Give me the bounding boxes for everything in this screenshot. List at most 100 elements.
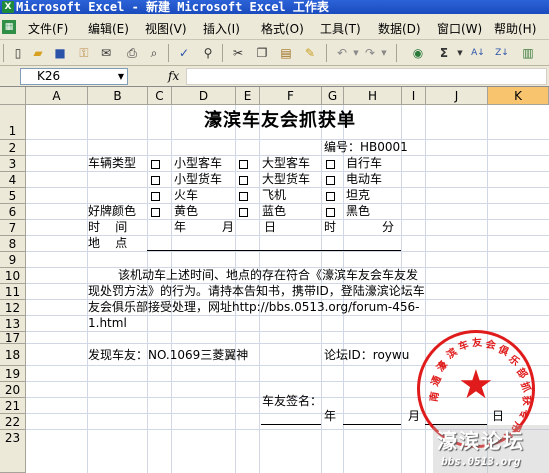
excel-app-icon[interactable]: X [2,1,14,13]
permission-icon[interactable]: ⚿ [76,45,92,61]
column-header-e[interactable]: E [236,87,260,105]
format-painter-icon[interactable]: ✎ [302,45,318,61]
checkbox-small-truck[interactable] [151,172,160,188]
row-header-12[interactable]: 12 [0,300,26,316]
email-icon[interactable]: ✉ [98,45,114,61]
toolbar-grip[interactable] [3,44,4,62]
save-icon[interactable]: ■ [52,45,68,61]
workbook-icon[interactable]: ▦ [2,20,16,34]
row-header-7[interactable]: 7 [0,220,26,236]
column-header-b[interactable]: B [88,87,148,105]
watermark-url: bbs.0513.org [441,455,521,468]
row-header-17[interactable]: 17 [0,332,26,344]
select-all-corner[interactable] [0,87,26,105]
row-header-13[interactable]: 13 [0,316,26,332]
row-header-21[interactable]: 21 [0,398,26,414]
open-icon[interactable]: ▰ [30,45,46,61]
vehicle-type-plane: 飞机 [262,188,287,202]
menu-bar: ▦ 文件(F) 编辑(E) 视图(V) 插入(I) 格式(O) 工具(T) 数据… [0,14,549,40]
row-header-19[interactable]: 19 [0,366,26,382]
autosum-dropdown-icon[interactable]: ▼ [452,45,468,61]
checkbox-yellow[interactable] [151,204,160,220]
new-icon[interactable]: ▯ [10,45,26,61]
chart-wizard-icon[interactable]: ▥ [520,45,536,61]
menu-help[interactable]: 帮助(H) [494,20,536,37]
row-header-10[interactable]: 10 [0,268,26,284]
plate-color-label: 好牌颜色 [88,204,137,218]
name-box[interactable]: K26 ▼ [20,68,128,85]
row-header-2[interactable]: 2 [0,140,26,156]
menu-format[interactable]: 格式(O) [261,20,304,37]
checkbox-ebike[interactable] [326,172,335,188]
checkbox-small-car[interactable] [151,156,160,172]
row-header-9[interactable]: 9 [0,252,26,268]
checkbox-plane[interactable] [239,188,248,204]
fx-icon[interactable]: fx [168,69,179,83]
research-icon[interactable]: ⚲ [200,45,216,61]
row-header-11[interactable]: 11 [0,284,26,300]
notice-line-3: 友会俱乐部接受处理，网址http://bbs.0513.org/forum-45… [88,300,420,314]
vehicle-type-train: 火车 [174,188,199,202]
menu-window[interactable]: 窗口(W) [437,20,482,37]
checkbox-tank[interactable] [326,188,335,204]
column-header-j[interactable]: J [426,87,488,105]
checkbox-black[interactable] [326,204,335,220]
menu-view[interactable]: 视图(V) [145,20,187,37]
copy-icon[interactable]: ❐ [254,45,270,61]
checkbox-blue[interactable] [239,204,248,220]
menu-file[interactable]: 文件(F) [28,20,68,37]
menu-data[interactable]: 数据(D) [378,20,421,37]
standard-toolbar: ▯ ▰ ■ ⚿ ✉ ⎙ ⌕ ✓ ⚲ ✂ ❐ ▤ ✎ ↶ ▼ ↷ ▼ ◉ Σ ▼ … [0,40,549,66]
checkbox-large-car[interactable] [239,156,248,172]
row-header-18[interactable]: 18 [0,344,26,366]
row-header-5[interactable]: 5 [0,188,26,204]
sort-desc-icon[interactable]: Z↓ [494,45,510,61]
form-title: 濠滨车友会抓获单 [204,110,356,131]
row-header-6[interactable]: 6 [0,204,26,220]
menu-tools[interactable]: 工具(T) [320,20,361,37]
column-header-k[interactable]: K [488,87,549,105]
redo-dropdown-icon[interactable]: ▼ [376,45,392,61]
date-unit-month: 月 [408,409,421,423]
spelling-icon[interactable]: ✓ [176,45,192,61]
column-header-a[interactable]: A [26,87,88,105]
row-header-22[interactable]: 22 [0,414,26,430]
row-header-20[interactable]: 20 [0,382,26,398]
place-underline [147,250,401,251]
row-header-1[interactable]: 1 [0,105,26,140]
checkbox-bicycle[interactable] [326,156,335,172]
time-unit-minute: 分 [382,220,395,234]
formula-input[interactable] [186,68,547,85]
cut-icon[interactable]: ✂ [230,45,246,61]
column-header-d[interactable]: D [172,87,236,105]
hyperlink-icon[interactable]: ◉ [410,45,426,61]
serial-number: 编号：HB0001 [324,140,408,154]
column-header-c[interactable]: C [148,87,172,105]
signature-label: 车友签名： [262,394,323,408]
print-icon[interactable]: ⎙ [124,45,140,61]
checkbox-large-truck[interactable] [239,172,248,188]
sort-icon[interactable]: A↓ [470,45,486,61]
row-header-4[interactable]: 4 [0,172,26,188]
column-header-g[interactable]: G [322,87,344,105]
row-header-23[interactable]: 23 [0,430,26,473]
time-label: 时 间 [88,220,128,234]
forum-id: 论坛ID：roywu [324,348,410,362]
checkbox-train[interactable] [151,188,160,204]
column-header-f[interactable]: F [260,87,322,105]
name-box-dropdown-icon[interactable]: ▼ [118,69,124,84]
vehicle-type-large-car: 大型客车 [262,156,311,170]
menu-insert[interactable]: 插入(I) [203,20,240,37]
column-header-h[interactable]: H [344,87,402,105]
name-box-value: K26 [37,69,61,83]
notice-line-1: 该机动车上述时间、地点的存在符合《濠滨车友会车友发 [118,268,419,282]
paste-icon[interactable]: ▤ [278,45,294,61]
menu-edit[interactable]: 编辑(E) [88,20,129,37]
signature-underline [261,424,321,425]
autosum-icon[interactable]: Σ [436,45,452,61]
row-header-8[interactable]: 8 [0,236,26,252]
vehicle-type-tank: 坦克 [346,188,371,202]
print-preview-icon[interactable]: ⌕ [146,45,162,61]
row-header-3[interactable]: 3 [0,156,26,172]
column-header-i[interactable]: I [402,87,426,105]
